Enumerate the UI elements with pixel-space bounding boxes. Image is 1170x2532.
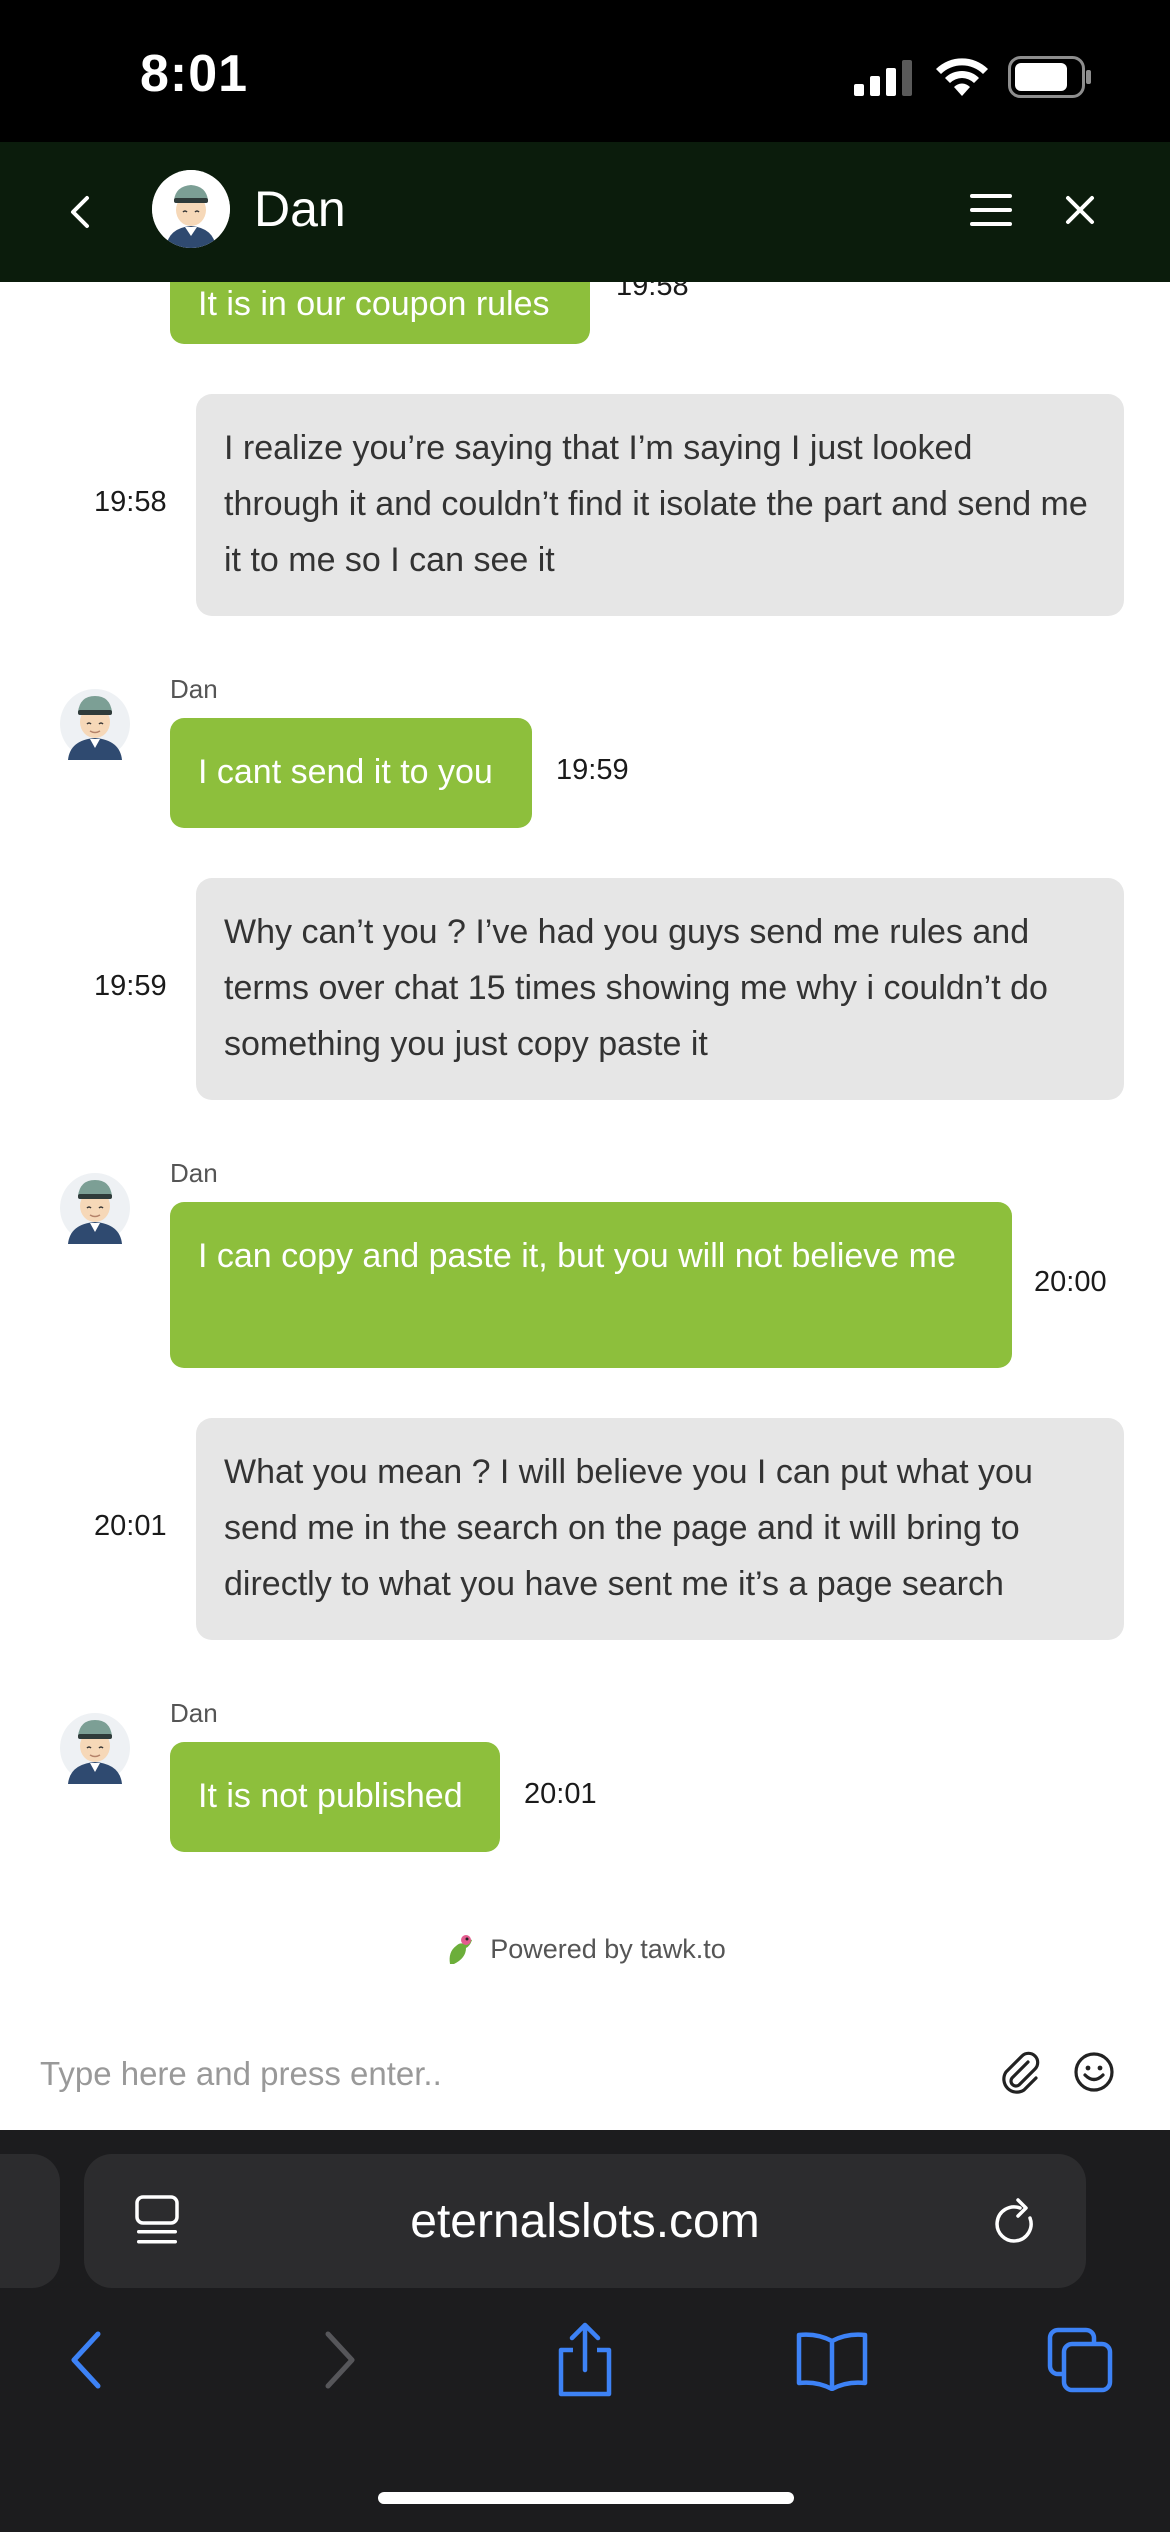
message-text: I realize you’re saying that I’m saying … [224,429,1088,579]
share-icon [558,2322,612,2397]
bookmarks-icon [796,2332,868,2391]
message-composer [0,2010,1170,2130]
tawk-logo-icon [449,1935,473,1964]
back-icon [71,2331,101,2389]
back-chevron-icon [71,196,89,228]
forward-icon [325,2331,355,2389]
address-bar[interactable]: eternalslots.com [84,2154,1086,2288]
message-input[interactable] [40,2046,940,2102]
reload-icon[interactable] [992,2198,1040,2250]
sender-name: Dan [170,674,218,704]
agent-message-bubble: It is in our coupon rules [170,282,590,344]
browser-bottom-bar: eternalslots.com [0,2130,1170,2532]
message-text: I cant send it to you [198,753,493,791]
visitor-message-bubble: Why can’t you ? I’ve had you guys send m… [196,878,1124,1100]
battery-icon [1008,56,1091,98]
agent-message-bubble: I cant send it to you [170,718,532,828]
sender-name: Dan [170,1158,218,1188]
paperclip-icon[interactable] [998,2050,1042,2094]
agent-avatar [60,1173,130,1244]
url-text: eternalslots.com [410,2195,760,2248]
status-time: 8:01 [140,45,249,103]
bookmarks-button[interactable] [792,2320,872,2400]
tabs-icon [1047,2327,1113,2393]
message-time: 19:59 [94,970,167,1002]
agent-message-bubble: I can copy and paste it, but you will no… [170,1202,1012,1368]
wifi-icon [936,58,988,96]
message-text: It is in our coupon rules [198,285,550,323]
back-button[interactable] [60,182,100,242]
agent-avatar [152,170,230,248]
agent-avatar [60,689,130,760]
message-time: 20:00 [1034,1266,1107,1298]
powered-by-text: Powered by tawk.to [490,1933,726,1964]
browser-back-button[interactable] [46,2320,126,2400]
browser-forward-button[interactable] [300,2320,380,2400]
browser-toolbar [0,2320,1170,2430]
message-list[interactable]: It is in our coupon rules 19:58 19:58 I … [0,282,1170,1902]
sender-name: Dan [170,1698,218,1728]
home-indicator [378,2492,794,2504]
previous-tab-preview[interactable] [0,2154,60,2288]
message-text: What you mean ? I will believe you I can… [224,1453,1033,1603]
message-text: I can copy and paste it, but you will no… [198,1237,956,1275]
close-icon[interactable] [1060,190,1100,230]
tabs-button[interactable] [1040,2320,1120,2400]
share-button[interactable] [545,2320,625,2400]
menu-icon[interactable] [966,190,1016,230]
agent-avatar [60,1713,130,1784]
agent-message-bubble: It is not published [170,1742,500,1852]
powered-by-link[interactable]: Powered by tawk.to [0,1932,1170,1973]
emoji-icon[interactable] [1072,2050,1116,2094]
message-time: 20:01 [94,1510,167,1542]
message-text: Why can’t you ? I’ve had you guys send m… [224,913,1048,1063]
message-time: 20:01 [524,1778,597,1810]
status-bar: 8:01 [0,0,1170,142]
chat-header: Dan [0,142,1170,282]
message-time: 19:58 [94,486,167,518]
message-time: 19:59 [556,754,629,786]
cellular-signal-icon [854,60,912,96]
message-text: It is not published [198,1777,463,1815]
visitor-message-bubble: What you mean ? I will believe you I can… [196,1418,1124,1640]
visitor-message-bubble: I realize you’re saying that I’m saying … [196,394,1124,616]
message-time: 19:58 [616,282,689,302]
agent-name: Dan [254,181,346,237]
